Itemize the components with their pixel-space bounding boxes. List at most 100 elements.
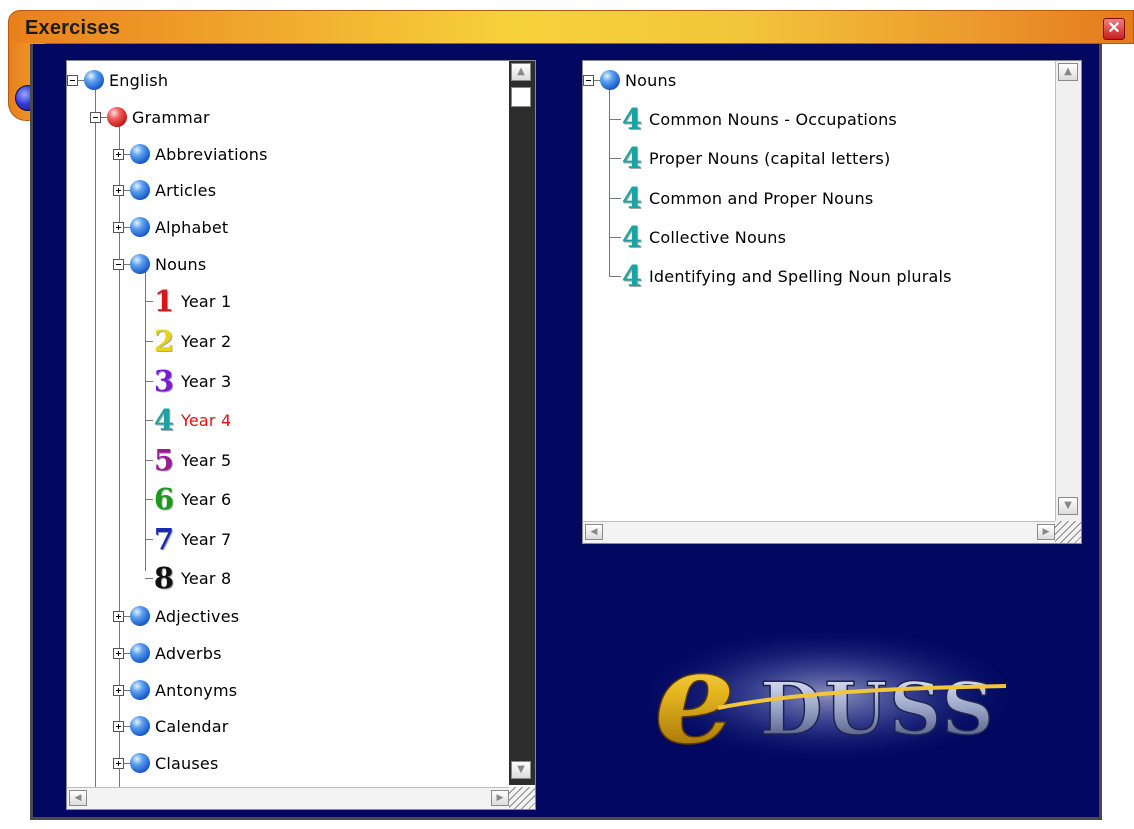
expand-icon[interactable] <box>113 148 124 160</box>
close-button[interactable]: ✕ <box>1103 18 1125 40</box>
tree-node-topic[interactable]: Articles <box>113 178 216 202</box>
year-4-icon: 4 <box>153 403 175 437</box>
tree-line <box>95 87 96 787</box>
scroll-left-icon[interactable]: ◀ <box>69 790 87 806</box>
tree-label: English <box>109 70 169 90</box>
collapse-icon[interactable] <box>583 74 594 86</box>
tree-node-year-7[interactable]: 7 Year 7 <box>151 522 232 556</box>
scroll-thumb[interactable] <box>511 87 531 107</box>
horizontal-scrollbar[interactable]: ◀ ▶ <box>67 787 511 809</box>
year-3-icon: 3 <box>153 364 175 398</box>
blue-orb-icon <box>600 70 620 90</box>
tree-label: Grammar <box>132 107 210 127</box>
year-2-icon: 2 <box>153 324 175 358</box>
tree-label: Year 7 <box>181 529 232 549</box>
logo-word: DUSS <box>760 666 996 751</box>
tree-label: Alphabet <box>155 217 229 237</box>
year-5-icon: 5 <box>153 443 175 477</box>
vertical-scrollbar[interactable]: ▲ ▼ <box>509 61 535 785</box>
resize-grip-icon[interactable] <box>509 787 535 809</box>
exercise-item[interactable]: 4 Common Nouns - Occupations <box>619 102 897 136</box>
tree-label: Clauses <box>155 753 219 773</box>
expand-icon[interactable] <box>113 610 124 622</box>
exercise-item[interactable]: 4 Proper Nouns (capital letters) <box>619 144 891 173</box>
collapse-icon[interactable] <box>90 111 101 123</box>
blue-orb-icon <box>130 144 150 164</box>
tree-node-year-3[interactable]: 3 Year 3 <box>151 364 232 398</box>
tree-node-year-6[interactable]: 6 Year 6 <box>151 482 232 516</box>
tree-label: Abbreviations <box>155 144 268 164</box>
tree-node-topic[interactable]: Alphabet <box>113 215 228 239</box>
blue-orb-icon <box>84 70 104 90</box>
blue-orb-icon <box>130 606 150 626</box>
tree-node-year-5[interactable]: 5 Year 5 <box>151 443 231 477</box>
scroll-right-icon[interactable]: ▶ <box>491 790 509 806</box>
scroll-right-icon[interactable]: ▶ <box>1037 524 1055 540</box>
horizontal-scrollbar[interactable]: ◀ ▶ <box>583 521 1057 543</box>
tree-label: Adverbs <box>155 643 222 663</box>
tree-label: Nouns <box>155 254 207 274</box>
blue-orb-icon <box>130 753 150 773</box>
blue-orb-icon <box>130 180 150 200</box>
exercise-label: Identifying and Spelling Noun plurals <box>649 266 952 286</box>
tree-node-topic[interactable]: Antonyms <box>113 678 237 702</box>
expand-icon[interactable] <box>113 184 124 196</box>
scroll-down-icon[interactable]: ▼ <box>1058 497 1078 515</box>
expand-icon[interactable] <box>113 647 124 659</box>
tree-label: Calendar <box>155 716 229 736</box>
scroll-up-icon[interactable]: ▲ <box>1058 63 1078 81</box>
tree-label: Year 3 <box>181 371 232 391</box>
year-4-icon: 4 <box>621 220 643 254</box>
tree-node-year-2[interactable]: 2 Year 2 <box>151 324 231 358</box>
blue-orb-icon <box>130 643 150 663</box>
vertical-scrollbar[interactable]: ▲ ▼ <box>1055 61 1081 521</box>
topic-tree: English Grammar Abbreviations Articles A… <box>67 61 535 809</box>
tree-node-topic[interactable]: Adverbs <box>113 641 222 665</box>
tree-node-topic[interactable]: Calendar <box>113 714 229 738</box>
scroll-left-icon[interactable]: ◀ <box>585 524 603 540</box>
tree-node-nouns-root[interactable]: Nouns <box>583 68 676 92</box>
window-title: Exercises <box>25 17 121 39</box>
tree-node-topic[interactable]: Adjectives <box>113 604 239 628</box>
tree-node-year-4[interactable]: 4 Year 4 <box>151 403 231 437</box>
expand-icon[interactable] <box>113 720 124 732</box>
year-7-icon: 7 <box>153 522 175 556</box>
collapse-icon[interactable] <box>67 74 78 86</box>
eduss-logo: e DUSS <box>649 630 1009 760</box>
expand-icon[interactable] <box>113 757 124 769</box>
blue-orb-icon <box>130 217 150 237</box>
tree-label: Nouns <box>625 70 677 90</box>
tree-label: Articles <box>155 180 217 200</box>
expand-icon[interactable] <box>113 221 124 233</box>
logo-letter: e <box>654 630 735 760</box>
year-1-icon: 1 <box>153 284 175 318</box>
year-8-icon: 8 <box>153 561 175 595</box>
tree-node-grammar[interactable]: Grammar <box>90 105 210 129</box>
tree-label: Antonyms <box>155 680 238 700</box>
tree-node-english[interactable]: English <box>67 68 168 92</box>
year-6-icon: 6 <box>153 482 175 516</box>
title-bar[interactable]: Exercises ✕ <box>8 10 1134 44</box>
scroll-down-icon[interactable]: ▼ <box>511 761 531 779</box>
exercise-item[interactable]: 4 Collective Nouns <box>619 220 786 254</box>
exercise-item[interactable]: 4 Common and Proper Nouns <box>619 184 874 213</box>
resize-grip-icon[interactable] <box>1055 521 1081 543</box>
blue-orb-icon <box>130 716 150 736</box>
tree-node-year-1[interactable]: 1 Year 1 <box>151 284 231 318</box>
tree-label: Year 8 <box>181 568 232 588</box>
tree-node-topic[interactable]: Abbreviations <box>113 142 268 166</box>
expand-icon[interactable] <box>113 684 124 696</box>
exercise-label: Common and Proper Nouns <box>649 188 874 208</box>
blue-orb-icon <box>130 680 150 700</box>
tree-node-year-8[interactable]: 8 Year 8 <box>151 561 232 595</box>
blue-orb-icon <box>130 254 150 274</box>
tree-node-topic[interactable]: Clauses <box>113 751 218 775</box>
tree-node-nouns[interactable]: Nouns <box>113 252 206 276</box>
tree-label: Year 6 <box>181 489 232 509</box>
topic-tree-panel: English Grammar Abbreviations Articles A… <box>66 60 536 810</box>
collapse-icon[interactable] <box>113 258 124 270</box>
scroll-up-icon[interactable]: ▲ <box>511 63 531 81</box>
year-4-icon: 4 <box>621 102 643 136</box>
exercise-label: Proper Nouns (capital letters) <box>649 148 891 168</box>
exercise-item[interactable]: 4 Identifying and Spelling Noun plurals <box>619 262 952 291</box>
